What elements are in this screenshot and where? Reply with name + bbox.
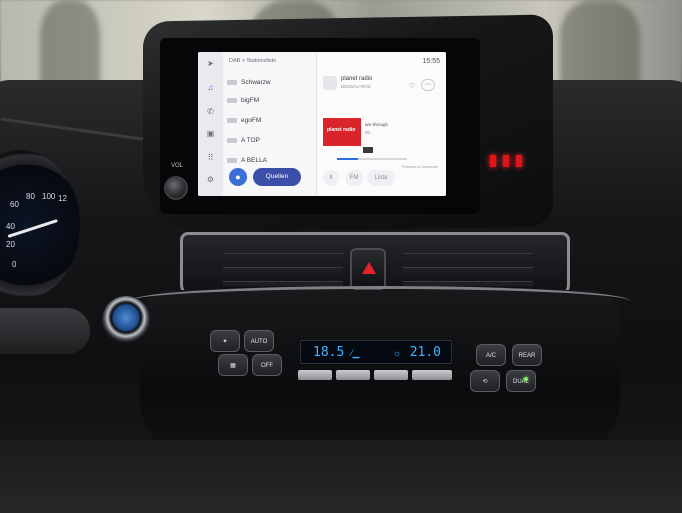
gauge-number: 80 bbox=[26, 192, 35, 201]
apps-icon[interactable]: ⠿ bbox=[205, 152, 216, 163]
list-item[interactable]: Schwarzw bbox=[227, 76, 312, 90]
car-interior-photo: 60 80 100 12 40 20 0 VOL ➤ ♫ ✆ ▣ ⠿ ⚙ DAB… bbox=[0, 0, 682, 513]
indicator-light bbox=[490, 155, 496, 167]
station-name: A TOP bbox=[241, 137, 260, 144]
station-logo-icon bbox=[323, 76, 337, 90]
settings-icon[interactable]: ⚙ bbox=[205, 174, 216, 185]
climate-key[interactable] bbox=[412, 370, 452, 380]
background-tree bbox=[560, 0, 640, 90]
hazard-icon bbox=[362, 262, 376, 274]
station-name: egoFM bbox=[241, 117, 262, 124]
list-item[interactable]: bigFM bbox=[227, 94, 312, 108]
phone-icon[interactable]: ✆ bbox=[205, 106, 216, 117]
station-logo-icon bbox=[227, 117, 237, 123]
pause-button[interactable]: II bbox=[323, 170, 339, 186]
station-name: bigFM bbox=[241, 97, 260, 104]
powered-by: Powered by Gracenote bbox=[402, 165, 438, 169]
station-name: Schwarzw bbox=[241, 79, 271, 86]
progress-fill bbox=[337, 158, 358, 160]
volume-knob[interactable] bbox=[164, 176, 188, 200]
list-item[interactable]: egoFM bbox=[227, 114, 312, 128]
left-temperature: 18.5 bbox=[313, 345, 345, 360]
fan-button[interactable]: ✦ bbox=[210, 330, 240, 352]
ac-button[interactable]: A/C bbox=[476, 344, 506, 366]
vent-slat[interactable] bbox=[403, 253, 533, 258]
climate-display: 18.5 ⁄▁ ☼ 21.0 bbox=[300, 340, 452, 364]
gauge-number: 40 bbox=[6, 222, 15, 231]
climate-key[interactable] bbox=[336, 370, 370, 380]
gauge-number: 12 bbox=[58, 194, 67, 203]
now-playing-panel: 15:55 planet radio DESSAU-ROS ♡ ⋯ planet… bbox=[316, 52, 446, 196]
rear-eco-button[interactable]: REAR ECO bbox=[512, 344, 542, 381]
track-subtitle: 90 bbox=[365, 130, 371, 135]
now-playing-station: planet radio bbox=[341, 76, 373, 82]
quellen-button[interactable]: Quellen bbox=[253, 168, 301, 186]
breadcrumb[interactable]: DAB > Stationsliste bbox=[229, 58, 276, 64]
rear-defrost-button[interactable]: ▦ bbox=[218, 354, 248, 376]
dual-button[interactable]: DUAL bbox=[506, 370, 536, 392]
now-playing-subtitle: DESSAU-ROS bbox=[341, 84, 371, 89]
favorite-icon[interactable]: ♡ bbox=[409, 82, 415, 90]
list-item[interactable]: A TOP bbox=[227, 134, 312, 148]
climate-key[interactable] bbox=[374, 370, 408, 380]
station-logo-icon bbox=[227, 137, 237, 143]
gauge-number: 100 bbox=[42, 192, 56, 201]
auto-button[interactable]: AUTO bbox=[244, 330, 274, 352]
list-button[interactable]: Lista bbox=[367, 170, 395, 186]
start-button[interactable] bbox=[102, 296, 150, 344]
clock: 15:55 bbox=[422, 58, 440, 65]
silver-trim bbox=[130, 286, 630, 316]
off-button[interactable]: OFF bbox=[252, 354, 282, 376]
hazard-button[interactable] bbox=[350, 248, 386, 290]
vent-slat[interactable] bbox=[223, 253, 343, 258]
indicator-light bbox=[516, 155, 522, 167]
recirculation-button[interactable]: ⟲ bbox=[470, 370, 500, 392]
progress-bar bbox=[337, 158, 407, 160]
album-art: planet radio bbox=[323, 118, 361, 146]
vol-label: VOL bbox=[171, 163, 184, 169]
album-art-label: planet radio bbox=[327, 127, 356, 133]
fan-speed-icon: ⁄▁ bbox=[351, 348, 360, 358]
station-logo-icon bbox=[227, 97, 237, 103]
vent-slat[interactable] bbox=[223, 267, 343, 272]
car-icon[interactable]: ▣ bbox=[205, 128, 216, 139]
track-title: are through bbox=[365, 122, 389, 127]
android-auto-screen: ➤ ♫ ✆ ▣ ⠿ ⚙ DAB > Stationsliste Schwarzw… bbox=[198, 52, 446, 196]
more-options-icon[interactable]: ⋯ bbox=[421, 79, 435, 91]
station-logo-icon bbox=[227, 157, 237, 163]
airflow-icon: ☼ bbox=[393, 348, 402, 358]
background-tree bbox=[40, 0, 100, 90]
nav-rail: ➤ ♫ ✆ ▣ ⠿ ⚙ bbox=[198, 52, 223, 196]
vent-slat[interactable] bbox=[403, 267, 533, 272]
dab-badge-icon bbox=[363, 147, 373, 153]
floor-area bbox=[0, 440, 682, 513]
music-icon[interactable]: ♫ bbox=[205, 82, 216, 93]
gauge-number: 20 bbox=[6, 240, 15, 249]
vent-slat[interactable] bbox=[223, 281, 343, 286]
dual-indicator-led bbox=[524, 377, 528, 381]
navigation-icon[interactable]: ➤ bbox=[205, 58, 216, 69]
gauge-number: 0 bbox=[12, 260, 17, 269]
list-item[interactable]: A BELLA bbox=[227, 154, 312, 168]
station-name: A BELLA bbox=[241, 157, 268, 164]
microphone-icon[interactable]: ● bbox=[229, 168, 247, 186]
gauge-number: 60 bbox=[10, 200, 19, 209]
right-temperature: 21.0 bbox=[409, 345, 441, 360]
wiper-stalk[interactable] bbox=[0, 308, 90, 354]
indicator-light bbox=[503, 155, 509, 167]
climate-key[interactable] bbox=[298, 370, 332, 380]
station-logo-icon bbox=[227, 79, 237, 85]
source-button[interactable]: FM bbox=[345, 170, 363, 186]
